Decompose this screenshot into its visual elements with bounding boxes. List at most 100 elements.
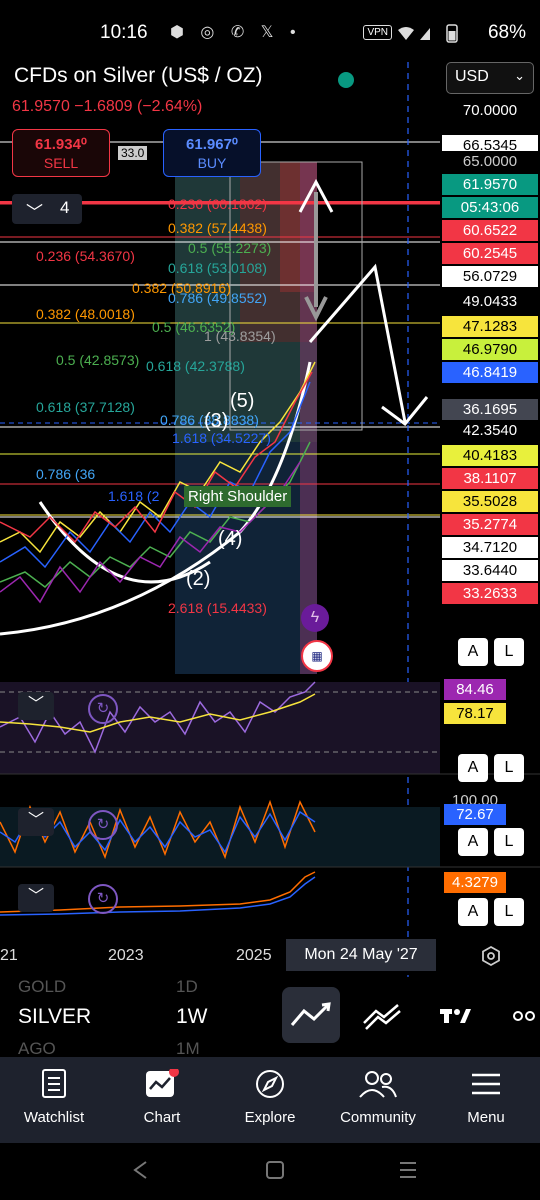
sell-button[interactable]: 61.934⁰ SELL — [12, 129, 110, 177]
nav-label: Community — [340, 1109, 416, 1126]
currency-select[interactable]: USD ⌄ — [446, 62, 534, 94]
x-axis-label: 2025 — [236, 947, 272, 964]
log-scale-button[interactable]: L — [494, 638, 524, 666]
wave-label: (2) — [186, 568, 211, 590]
fib-label: 1.618 (2 — [108, 488, 160, 504]
fib-label: 0.618 (42.3788) — [146, 358, 245, 374]
line-chart-icon — [290, 1002, 331, 1026]
price-label: 46.9790 — [442, 339, 538, 360]
price-label: 38.1107 — [442, 468, 538, 489]
menu-icon — [472, 1073, 500, 1095]
chevron-down-icon[interactable]: ﹀ — [18, 808, 54, 836]
log-scale-button[interactable]: L — [494, 898, 524, 926]
price-label: 70.0000 — [442, 100, 538, 121]
crosshair-date: Mon 24 May '27 — [286, 939, 436, 971]
right-shoulder-label: Right Shoulder — [184, 486, 292, 507]
fib-label: 0.786 (49.8552) — [168, 290, 267, 306]
recents-icon[interactable] — [398, 1159, 418, 1181]
fib-label: 0.618 (37.7128) — [36, 399, 135, 415]
bottom-navigation[interactable]: Watchlist Chart Explore Community Menu — [0, 1057, 540, 1143]
fib-label: 0.5 (55.2273) — [188, 240, 272, 256]
price-label: 61.9570 — [442, 174, 538, 195]
nav-label: Chart — [143, 1109, 181, 1126]
x-axis-label: 2023 — [108, 947, 144, 964]
watchlist-icon — [42, 1069, 66, 1098]
chart-type-button[interactable] — [282, 987, 340, 1043]
wave-label: (3) — [204, 410, 229, 432]
vpn-icon: VPN — [363, 25, 392, 40]
nav-community[interactable]: Community — [324, 1057, 432, 1143]
log-scale-button[interactable]: L — [494, 828, 524, 856]
price-label: 60.6522 — [442, 220, 538, 241]
fib-label: 0.382 (48.0018) — [36, 306, 135, 322]
drawing-tools-button[interactable] — [354, 987, 412, 1043]
prev-symbol[interactable]: GOLD — [18, 977, 66, 997]
price-label: 33.6440 — [442, 560, 538, 581]
back-icon[interactable] — [130, 1159, 150, 1181]
auto-scale-button[interactable]: A — [458, 898, 488, 926]
tradingview-button[interactable] — [426, 987, 484, 1043]
symbol-name[interactable]: SILVER — [18, 1005, 91, 1029]
chart-title[interactable]: CFDs on Silver (US$ / OZ) — [14, 64, 263, 88]
indicator-value: 78.17 — [444, 703, 506, 724]
indicator-value: 84.46 — [444, 679, 506, 700]
chevron-down-icon: ﹀ — [26, 203, 43, 222]
fib-label: 1 (43.8354) — [204, 328, 276, 344]
fib-label: 0.236 (60.1862) — [168, 196, 267, 212]
chevron-down-icon[interactable]: ﹀ — [18, 692, 54, 720]
indicator-value: 4.3279 — [444, 872, 506, 893]
indicator-value: 72.67 — [444, 804, 506, 825]
nav-explore[interactable]: Explore — [216, 1057, 324, 1143]
fib-label: 0.382 (57.4438) — [168, 220, 267, 236]
wifi-signal-icon — [398, 27, 430, 40]
drawing-tools-icon — [363, 1004, 401, 1030]
more-icon — [513, 1011, 535, 1021]
price-label: 35.5028 — [442, 491, 538, 512]
nav-label: Watchlist — [23, 1109, 85, 1126]
battery-icon — [446, 24, 458, 43]
sell-price: 61.934⁰ — [35, 136, 87, 153]
community-icon — [359, 1071, 397, 1098]
settings-icon[interactable] — [480, 945, 502, 967]
timeframe[interactable]: 1W — [176, 1005, 208, 1029]
refresh-icon[interactable]: ↻ — [88, 810, 118, 840]
home-icon[interactable] — [264, 1159, 286, 1181]
tradingview-logo-icon — [440, 1009, 471, 1023]
price-label: 65.0000 — [442, 151, 538, 172]
indicator-count: 4 — [60, 198, 70, 217]
auto-scale-button[interactable]: A — [458, 754, 488, 782]
auto-scale-button[interactable]: A — [458, 638, 488, 666]
chart-area[interactable]: CFDs on Silver (US$ / OZ) 61.9570 −1.680… — [0, 62, 540, 977]
buy-button[interactable]: 61.967⁰ BUY — [163, 129, 261, 177]
spread-value: 33.0 — [118, 146, 148, 160]
price-label: 36.1695 — [442, 399, 538, 420]
log-scale-button[interactable]: L — [494, 754, 524, 782]
chart-icon — [146, 1069, 179, 1097]
price-label: 49.0433 — [442, 291, 538, 312]
nav-menu[interactable]: Menu — [432, 1057, 540, 1143]
notification-icons: ⬢ ◎ ✆ 𝕏 • — [170, 24, 302, 41]
more-options-button[interactable] — [498, 987, 540, 1043]
next-timeframe[interactable]: 1M — [176, 1039, 200, 1059]
us-flag-icon[interactable]: ▦ — [301, 640, 333, 672]
refresh-icon[interactable]: ↻ — [88, 694, 118, 724]
prev-timeframe[interactable]: 1D — [176, 977, 198, 997]
fib-label: 0.236 (54.3670) — [36, 248, 135, 264]
status-bar: 10:16 ⬢ ◎ ✆ 𝕏 • VPN 68% — [0, 0, 540, 62]
buy-price: 61.967⁰ — [186, 136, 238, 153]
next-symbol[interactable]: AGO — [18, 1039, 56, 1059]
chevron-down-icon[interactable]: ﹀ — [18, 884, 54, 912]
price-label: 40.4183 — [442, 445, 538, 466]
refresh-icon[interactable]: ↻ — [88, 884, 118, 914]
compass-icon — [256, 1070, 284, 1098]
price-label: 35.2774 — [442, 514, 538, 535]
lightning-icon[interactable]: ϟ — [301, 604, 329, 632]
collapse-indicators-button[interactable]: ﹀ 4 — [12, 194, 82, 224]
fib-label: 0.786 (36 — [36, 466, 96, 482]
auto-scale-button[interactable]: A — [458, 828, 488, 856]
x-axis-label: 21 — [0, 947, 18, 964]
nav-watchlist[interactable]: Watchlist — [0, 1057, 108, 1143]
price-label: 60.2545 — [442, 243, 538, 264]
nav-chart[interactable]: Chart — [108, 1057, 216, 1143]
symbol-ribbon[interactable]: GOLD 1D SILVER 1W AGO 1M — [0, 977, 540, 1059]
